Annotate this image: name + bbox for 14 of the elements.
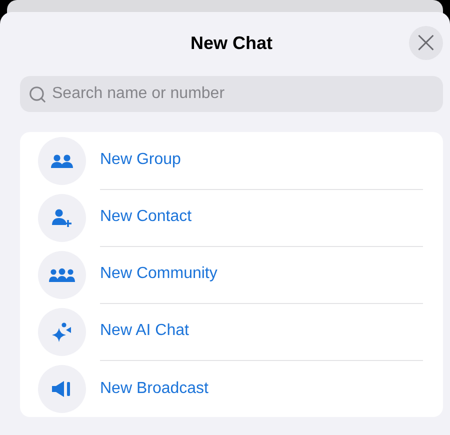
action-item[interactable]: New Contact — [100, 188, 423, 246]
search-icon — [28, 85, 47, 104]
action-item[interactable]: New Group — [100, 132, 423, 190]
community-icon — [49, 268, 75, 282]
sparkle-icon — [52, 322, 72, 342]
search-field[interactable]: Search name or number — [20, 76, 443, 112]
megaphone-icon — [52, 380, 72, 396]
action-item[interactable]: New Community — [100, 246, 423, 304]
close-button[interactable]: × — [409, 26, 443, 60]
action-item[interactable]: New AI Chat — [100, 302, 423, 360]
group-icon — [51, 154, 73, 168]
add-person-icon — [52, 208, 72, 226]
action-item[interactable]: New Broadcast — [100, 360, 423, 417]
sheet-title: New Chat — [190, 32, 272, 54]
